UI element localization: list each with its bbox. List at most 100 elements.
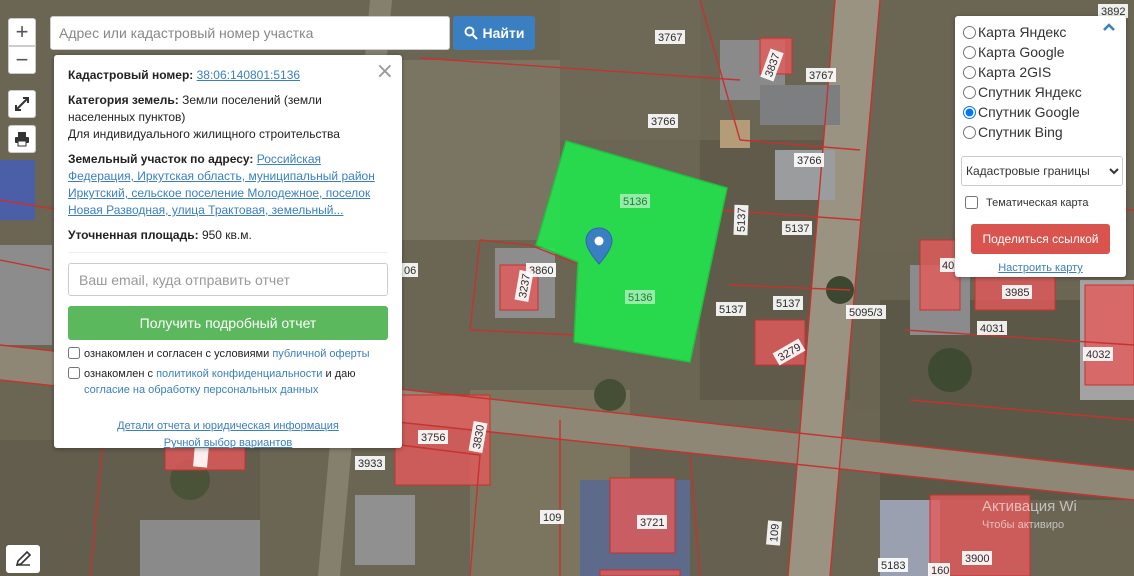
watermark-line-2: Чтобы активиро: [982, 519, 1065, 531]
privacy-checkbox[interactable]: [68, 367, 80, 379]
layer-radio[interactable]: [963, 125, 976, 139]
layer-option-label: Спутник Bing: [978, 124, 1063, 140]
layer-option-label: Карта Google: [978, 44, 1065, 60]
public-offer-link[interactable]: публичной оферты: [272, 348, 369, 360]
zoom-out-button[interactable]: −: [8, 46, 36, 74]
category-label: Категория земель:: [68, 93, 179, 107]
svg-text:3756: 3756: [421, 432, 445, 444]
layer-option-bing-satellite[interactable]: Спутник Bing: [961, 122, 1120, 142]
panel-footer-links: Детали отчета и юридическая информация Р…: [68, 418, 388, 452]
map-label-109: 109: [540, 510, 564, 524]
offer-consent: ознакомлен и согласен с условиями публич…: [68, 346, 388, 362]
svg-text:5095/3: 5095/3: [849, 307, 883, 319]
pencil-icon: [15, 550, 32, 567]
svg-text:3767: 3767: [809, 70, 833, 82]
chevron-up-icon[interactable]: [1102, 22, 1116, 32]
address-row: Земельный участок по адресу: Российская …: [68, 151, 388, 219]
map-label-3767: 3767: [806, 68, 836, 82]
svg-text:40: 40: [942, 260, 954, 272]
layer-option-google-map[interactable]: Карта Google: [961, 42, 1120, 62]
activation-watermark: Активация Wi Чтобы активиро: [982, 497, 1077, 535]
map-label-5137: 5137: [733, 204, 749, 236]
area-value: 950 кв.м.: [201, 228, 252, 242]
manual-selection-link[interactable]: Ручной выбор вариантов: [164, 437, 292, 449]
layer-option-label: Карта Яндекс: [978, 24, 1067, 40]
thematic-map-checkbox[interactable]: [965, 196, 978, 209]
search-button-label: Найти: [482, 25, 525, 41]
layer-option-yandex-satellite[interactable]: Спутник Яндекс: [961, 82, 1120, 102]
svg-text:06: 06: [404, 265, 416, 277]
share-link-button[interactable]: Поделиться ссылкой: [971, 224, 1110, 254]
parcel-label-bottom: 5136: [625, 290, 655, 304]
map-label-3756: 3756: [418, 430, 448, 444]
map-label-5095-3: 5095/3: [846, 305, 886, 319]
svg-text:5137: 5137: [776, 298, 800, 310]
svg-text:3933: 3933: [358, 458, 382, 470]
area-row: Уточненная площадь: 950 кв.м.: [68, 227, 388, 253]
layer-radio[interactable]: [963, 25, 976, 39]
print-button[interactable]: [8, 125, 36, 153]
address-label: Земельный участок по адресу:: [68, 152, 254, 166]
layer-option-yandex-map[interactable]: Карта Яндекс: [961, 22, 1120, 42]
map-label-5183: 5183: [878, 558, 908, 572]
area-label: Уточненная площадь:: [68, 228, 199, 242]
measure-button[interactable]: [6, 545, 40, 573]
configure-map-link[interactable]: Настроить карту: [961, 262, 1120, 274]
map-label-3985: 3985: [1002, 285, 1032, 299]
search-input[interactable]: [50, 16, 450, 50]
get-report-button[interactable]: Получить подробный отчет: [68, 306, 388, 340]
layer-option-label: Спутник Google: [978, 104, 1080, 120]
svg-text:5136: 5136: [628, 292, 652, 304]
layer-option-label: Спутник Яндекс: [978, 84, 1082, 100]
privacy-consent: ознакомлен с политикой конфиденциальност…: [68, 366, 388, 398]
overlay-select[interactable]: Кадастровые границы: [961, 156, 1123, 186]
map-label-4032: 4032: [1083, 347, 1113, 361]
layer-switcher-panel: Карта Яндекс Карта Google Карта 2GIS Спу…: [955, 16, 1126, 277]
layer-radio[interactable]: [963, 65, 976, 79]
map-label-5137: 5137: [773, 296, 803, 310]
svg-text:4031: 4031: [980, 323, 1004, 335]
layer-radio[interactable]: [963, 105, 976, 119]
svg-text:5136: 5136: [623, 196, 647, 208]
layer-radio[interactable]: [963, 85, 976, 99]
report-details-link[interactable]: Детали отчета и юридическая информация: [117, 420, 339, 432]
personal-data-consent-link[interactable]: согласие на обработку персональных данны…: [84, 384, 318, 396]
svg-text:3721: 3721: [640, 517, 664, 529]
watermark-line-1: Активация Wi: [982, 498, 1077, 515]
search-icon: [464, 26, 478, 40]
svg-text:3985: 3985: [1005, 287, 1029, 299]
map-label-4031: 4031: [977, 321, 1007, 335]
printer-icon: [15, 132, 29, 147]
layer-radio[interactable]: [963, 45, 976, 59]
map-label-109: 109: [765, 520, 783, 546]
category-row: Категория земель: Земли поселений (земли…: [68, 92, 388, 143]
svg-text:4032: 4032: [1086, 349, 1110, 361]
layer-option-label: Карта 2GIS: [978, 64, 1052, 80]
svg-text:3766: 3766: [797, 155, 821, 167]
thematic-map-toggle[interactable]: Тематическая карта: [961, 193, 1120, 212]
map-label-5137: 5137: [782, 221, 812, 235]
close-icon[interactable]: ×: [376, 59, 394, 84]
parcel-info-panel: × Кадастровый номер: 38:06:140801:5136 К…: [54, 55, 402, 449]
map-label-06: 06: [402, 263, 418, 277]
email-field[interactable]: [68, 263, 388, 296]
zoom-in-button[interactable]: +: [8, 18, 36, 46]
map-label-160: 160: [928, 563, 950, 576]
svg-text:3766: 3766: [651, 116, 675, 128]
thematic-map-label: Тематическая карта: [986, 196, 1089, 209]
offer-checkbox[interactable]: [68, 347, 80, 359]
cadastral-number-row: Кадастровый номер: 38:06:140801:5136: [68, 67, 388, 84]
cadastral-number-link[interactable]: 38:06:140801:5136: [197, 68, 300, 82]
svg-text:5183: 5183: [881, 560, 905, 572]
layer-option-2gis-map[interactable]: Карта 2GIS: [961, 62, 1120, 82]
svg-text:109: 109: [543, 512, 561, 524]
parcel-label-top: 5136: [620, 194, 650, 208]
map-label-5137: 5137: [716, 302, 746, 316]
privacy-policy-link[interactable]: политикой конфиденциальности: [156, 368, 322, 380]
expand-icon: [15, 97, 29, 111]
map-label-3933: 3933: [355, 456, 385, 470]
layer-option-google-satellite[interactable]: Спутник Google: [961, 102, 1120, 122]
svg-text:3900: 3900: [965, 553, 989, 565]
fullscreen-button[interactable]: [8, 90, 36, 118]
search-button[interactable]: Найти: [453, 16, 535, 50]
